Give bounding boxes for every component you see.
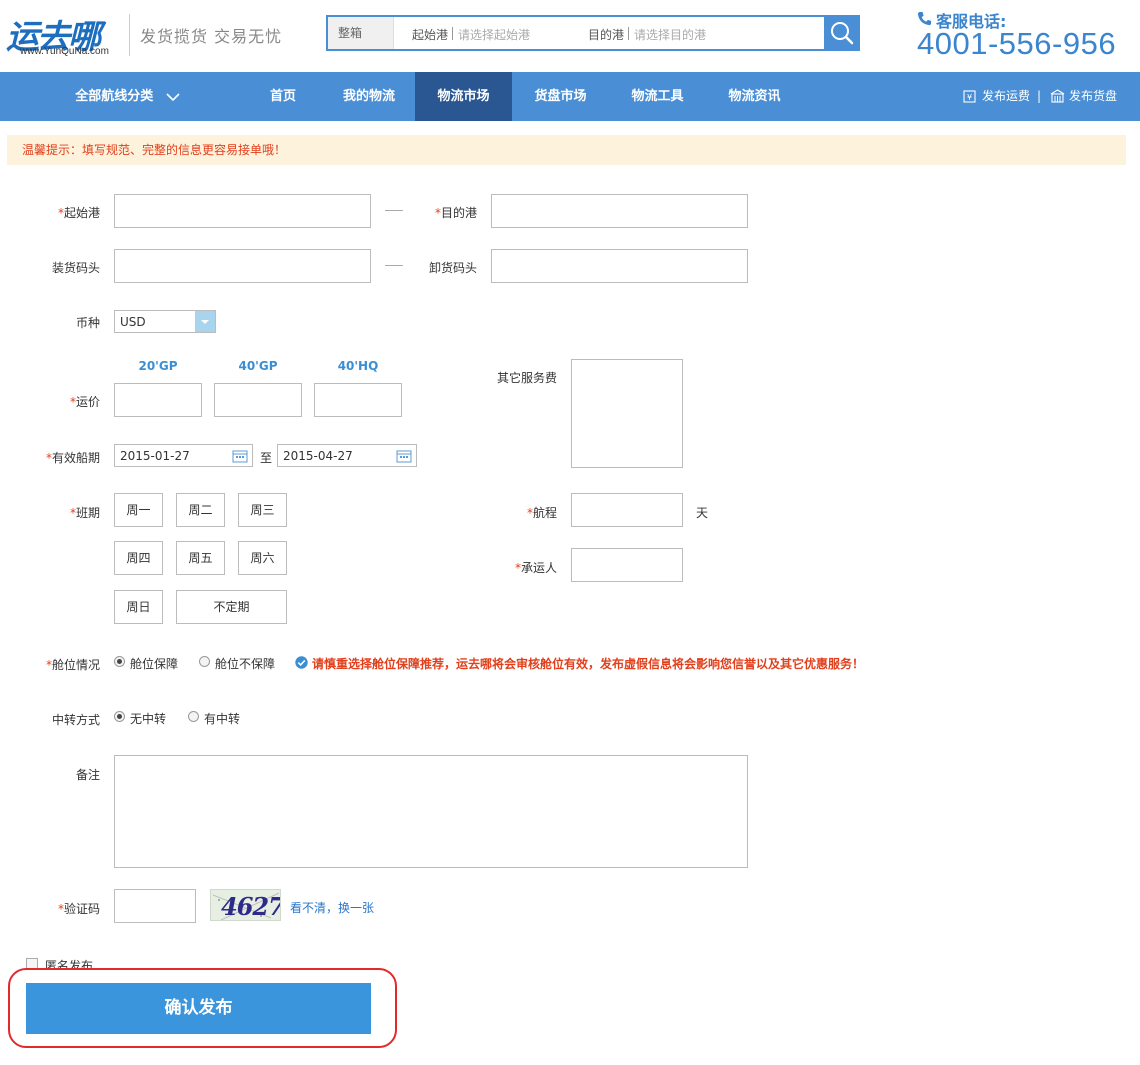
validity-from-input[interactable]: 2015-01-27 — [114, 444, 253, 467]
space-label: *舱位情况 — [45, 658, 100, 672]
search-button[interactable] — [824, 15, 860, 51]
transit-label: 中转方式 — [51, 713, 100, 727]
other-fees-label: 其它服务费 — [496, 371, 557, 385]
chevron-down-icon — [166, 92, 180, 101]
publish-freight-link[interactable]: 发布运费 — [982, 72, 1030, 121]
transit-direct-radio[interactable] — [114, 711, 125, 722]
origin-port-input[interactable] — [114, 194, 371, 228]
route-search-box: 整箱 起始港 请选择起始港 目的港 请选择目的港 — [326, 15, 860, 51]
day-thursday[interactable]: 周四 — [114, 541, 163, 575]
search-dest-input[interactable]: 请选择目的港 — [634, 26, 706, 43]
voyage-unit: 天 — [696, 506, 709, 520]
phone-icon — [917, 11, 932, 26]
schedule-label: *班期 — [69, 506, 100, 520]
calendar-icon[interactable] — [232, 449, 248, 463]
unloading-wharf-label: 卸货码头 — [428, 261, 477, 275]
validity-to-input[interactable]: 2015-04-27 — [277, 444, 417, 467]
transit-direct-label[interactable]: 无中转 — [130, 710, 166, 727]
search-origin-label: 起始港 — [412, 28, 449, 42]
publish-cargo-link[interactable]: 发布货盘 — [1069, 72, 1117, 121]
captcha-image[interactable]: 4627 — [210, 889, 281, 921]
day-saturday[interactable]: 周六 — [238, 541, 287, 575]
nav-home[interactable]: 首页 — [240, 72, 326, 121]
freight-20gp-input[interactable] — [114, 383, 202, 417]
nav-logistics-news[interactable]: 物流资讯 — [706, 72, 803, 121]
loading-wharf-input[interactable] — [114, 249, 371, 283]
validity-from-value: 2015-01-27 — [120, 449, 190, 463]
search-origin-divider — [452, 27, 453, 40]
origin-port-label: *起始港 — [57, 206, 100, 220]
currency-select[interactable]: USD — [114, 310, 216, 333]
currency-dropdown-toggle[interactable] — [195, 311, 215, 332]
logo-divider — [129, 14, 130, 56]
captcha-label: *验证码 — [57, 902, 100, 916]
freight-icon: ¥ — [963, 90, 976, 103]
day-friday[interactable]: 周五 — [176, 541, 225, 575]
voyage-label: *航程 — [526, 506, 557, 520]
day-sunday[interactable]: 周日 — [114, 590, 163, 624]
nav-logistics-tools[interactable]: 物流工具 — [609, 72, 706, 121]
calendar-icon[interactable] — [396, 449, 412, 463]
carrier-label: *承运人 — [514, 561, 557, 575]
search-dest-label: 目的港 — [588, 28, 625, 42]
day-wednesday[interactable]: 周三 — [238, 493, 287, 527]
nav-logistics-market[interactable]: 物流市场 — [415, 72, 512, 121]
voyage-days-input[interactable] — [571, 493, 683, 527]
nav-route-categories-label: 全部航线分类 — [75, 89, 154, 104]
freight-40hq-input[interactable] — [314, 383, 402, 417]
validity-to-separator: 至 — [260, 451, 273, 465]
warehouse-icon — [1050, 89, 1065, 103]
space-not-guaranteed-label[interactable]: 舱位不保障 — [215, 655, 275, 672]
transit-transfer-radio[interactable] — [188, 711, 199, 722]
validity-label: *有效船期 — [45, 451, 100, 465]
search-type-select[interactable]: 整箱 — [328, 17, 394, 49]
container-40hq-heading: 40'HQ — [337, 359, 379, 373]
search-dest-divider — [628, 27, 629, 40]
space-warning: 请慎重选择舱位保障推荐，运去哪将会审核舱位有效，发布虚假信息将会影响您信誉以及其… — [312, 657, 865, 671]
nav-my-logistics[interactable]: 我的物流 — [323, 72, 415, 121]
search-icon — [831, 22, 854, 45]
remarks-label: 备注 — [75, 768, 100, 782]
caret-down-icon — [201, 320, 209, 324]
other-fees-textarea[interactable] — [571, 359, 683, 468]
validity-to-value: 2015-04-27 — [283, 449, 353, 463]
day-monday[interactable]: 周一 — [114, 493, 163, 527]
container-20gp-heading: 20'GP — [138, 359, 178, 373]
container-40gp-heading: 40'GP — [238, 359, 278, 373]
transit-transfer-label[interactable]: 有中转 — [204, 710, 240, 727]
space-not-guaranteed-radio[interactable] — [199, 656, 210, 667]
site-slogan: 发货揽货 交易无忧 — [140, 27, 283, 46]
day-tuesday[interactable]: 周二 — [176, 493, 225, 527]
freight-40gp-input[interactable] — [214, 383, 302, 417]
nav-cargo-market[interactable]: 货盘市场 — [512, 72, 609, 121]
freight-label: *运价 — [69, 395, 100, 409]
captcha-refresh-link[interactable]: 看不清，换一张 — [290, 899, 374, 916]
day-irregular[interactable]: 不定期 — [176, 590, 287, 624]
carrier-input[interactable] — [571, 548, 683, 582]
captcha-input[interactable] — [114, 889, 196, 923]
main-nav: 全部航线分类 首页 我的物流 物流市场 货盘市场 物流工具 物流资讯 ¥ 发布运… — [0, 72, 1140, 121]
dest-port-label: *目的港 — [434, 206, 477, 220]
submit-highlight-ring — [8, 968, 397, 1048]
dest-port-input[interactable] — [491, 194, 748, 228]
unloading-wharf-input[interactable] — [491, 249, 748, 283]
nav-right-separator: | — [1037, 89, 1042, 103]
search-origin-input[interactable]: 请选择起始港 — [458, 26, 530, 43]
currency-value: USD — [120, 315, 146, 329]
tip-banner: 温馨提示：填写规范、完整的信息更容易接单哦！ — [7, 135, 1126, 165]
check-circle-icon — [295, 656, 308, 669]
space-guaranteed-radio[interactable] — [114, 656, 125, 667]
site-logo-domain: www.YunQuNa.com — [20, 46, 109, 57]
nav-route-categories[interactable]: 全部航线分类 — [60, 72, 195, 121]
svg-text:¥: ¥ — [967, 93, 972, 102]
remarks-textarea[interactable] — [114, 755, 748, 868]
space-guaranteed-label[interactable]: 舱位保障 — [130, 655, 178, 672]
currency-label: 币种 — [75, 316, 100, 330]
loading-wharf-label: 装货码头 — [51, 261, 100, 275]
captcha-text: 4627 — [221, 892, 281, 921]
phone-number: 4001-556-956 — [917, 26, 1117, 61]
